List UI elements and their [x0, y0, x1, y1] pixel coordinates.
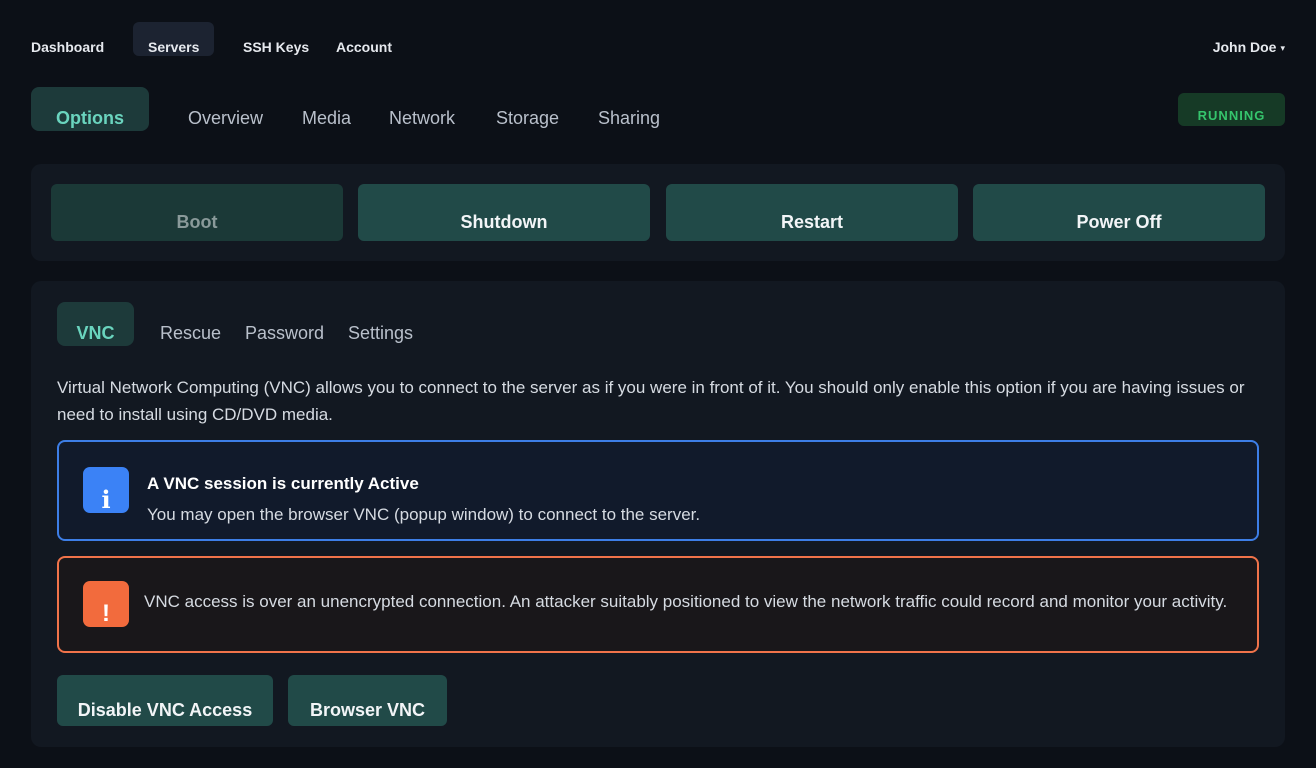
tab-options[interactable]: Options	[31, 87, 149, 131]
restart-button[interactable]: Restart	[666, 184, 958, 241]
nav-dashboard[interactable]: Dashboard	[31, 22, 104, 56]
nav-ssh-keys[interactable]: SSH Keys	[243, 22, 309, 56]
user-name: John Doe	[1212, 39, 1277, 55]
console-panel: VNC Rescue Password Settings Virtual Net…	[31, 281, 1285, 747]
tab-vnc[interactable]: VNC	[57, 302, 134, 346]
tab-overview[interactable]: Overview	[188, 87, 263, 131]
info-icon: i	[83, 467, 129, 514]
browser-vnc-button[interactable]: Browser VNC	[288, 675, 447, 726]
power-controls-panel: Boot Shutdown Restart Power Off	[31, 164, 1285, 261]
shutdown-button[interactable]: Shutdown	[358, 184, 650, 241]
chevron-down-icon: ▾	[1280, 43, 1285, 53]
vnc-description: Virtual Network Computing (VNC) allows y…	[57, 378, 1245, 424]
boot-button[interactable]: Boot	[51, 184, 343, 241]
power-off-button[interactable]: Power Off	[973, 184, 1265, 241]
alert-title: A VNC session is currently Active	[147, 474, 419, 493]
alert-message: VNC access is over an unencrypted connec…	[144, 592, 1228, 611]
tab-settings[interactable]: Settings	[348, 302, 413, 346]
top-navigation: Dashboard Servers SSH Keys Account John …	[0, 0, 1316, 80]
tab-storage[interactable]: Storage	[496, 87, 559, 131]
tab-rescue[interactable]: Rescue	[160, 302, 221, 346]
info-alert: i A VNC session is currently Active You …	[57, 440, 1259, 541]
alert-message: You may open the browser VNC (popup wind…	[147, 505, 701, 524]
exclamation-icon: !	[83, 581, 129, 627]
tab-sharing[interactable]: Sharing	[598, 87, 660, 131]
tab-password[interactable]: Password	[245, 302, 324, 346]
disable-vnc-button[interactable]: Disable VNC Access	[57, 675, 273, 726]
user-menu[interactable]: John Doe ▾	[1213, 22, 1285, 56]
warning-alert: ! VNC access is over an unencrypted conn…	[57, 556, 1259, 653]
status-badge: RUNNING	[1178, 93, 1285, 126]
tab-media[interactable]: Media	[302, 87, 351, 131]
nav-servers[interactable]: Servers	[133, 22, 215, 56]
tab-network[interactable]: Network	[389, 87, 455, 131]
nav-account[interactable]: Account	[336, 22, 392, 56]
